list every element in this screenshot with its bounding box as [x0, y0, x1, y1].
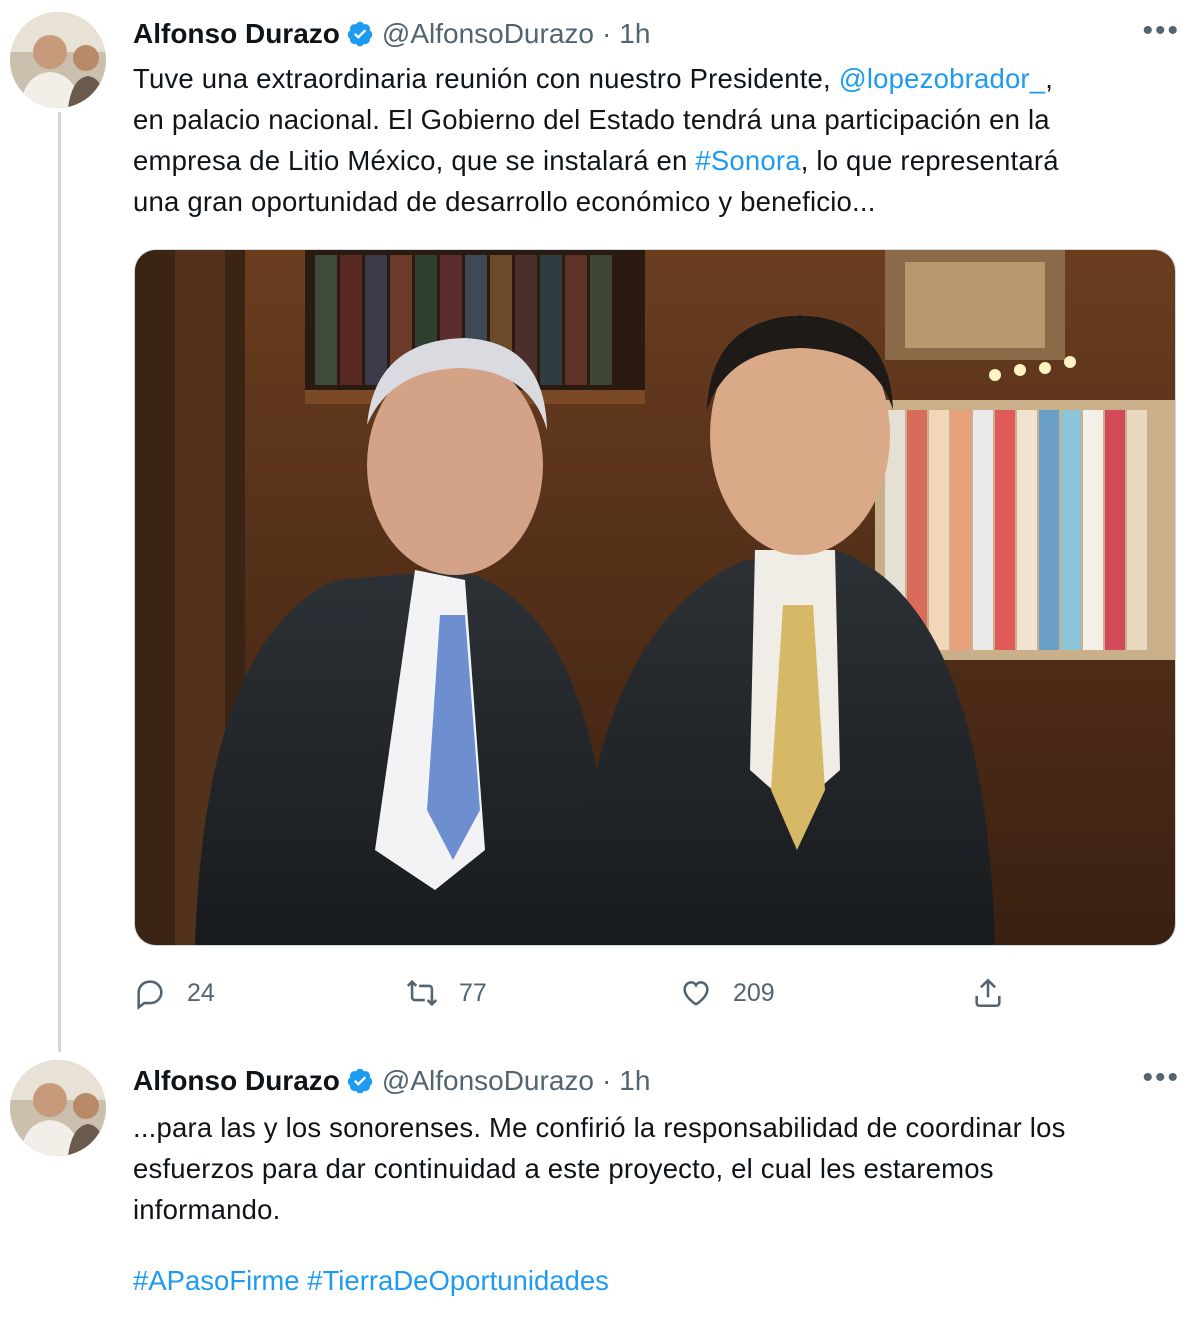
- hashtag-list: #APasoFirme #TierraDeOportunidades: [133, 1265, 609, 1297]
- reply-icon: [137, 980, 163, 1010]
- reply-count: 24: [187, 978, 215, 1007]
- tweet-2[interactable]: Alfonso Durazo @AlfonsoDurazo · 1h ••• .…: [0, 1045, 1200, 1320]
- retweet-icon: [406, 979, 438, 1007]
- verified-badge-icon: [347, 21, 373, 47]
- retweet-button[interactable]: 77: [405, 965, 487, 1021]
- tweet-text-line: esfuerzos para dar continuidad a este pr…: [133, 1153, 994, 1184]
- tweet-text-line: una gran oportunidad de desarrollo econó…: [133, 186, 876, 217]
- share-button[interactable]: [971, 965, 1025, 1021]
- tweet-1[interactable]: Alfonso Durazo @AlfonsoDurazo · 1h ••• T…: [0, 0, 1200, 1040]
- tweet-text-segment: , lo que representará: [800, 145, 1059, 176]
- tweet-text-line: en palacio nacional. El Gobierno del Est…: [133, 104, 1050, 135]
- tweet-header: Alfonso Durazo @AlfonsoDurazo · 1h •••: [133, 1061, 1180, 1101]
- tweet-timestamp[interactable]: 1h: [619, 18, 650, 50]
- author-avatar[interactable]: [10, 12, 106, 108]
- share-icon: [975, 978, 1001, 1008]
- tweet-text-segment: ,: [1045, 63, 1054, 94]
- tweet-timestamp[interactable]: 1h: [619, 1065, 650, 1097]
- like-button[interactable]: 209: [679, 965, 775, 1021]
- tweet-text-segment: empresa de Litio México, que se instalar…: [133, 145, 696, 176]
- mention-link[interactable]: @lopezobrador_: [839, 63, 1046, 94]
- more-options-icon[interactable]: •••: [1142, 14, 1180, 48]
- tweet-text: ...para las y los sonorenses. Me confiri…: [133, 1107, 1170, 1230]
- tweet-actions: 24 77 209: [133, 965, 1033, 1021]
- hashtag-link[interactable]: #APasoFirme: [133, 1265, 300, 1296]
- author-name[interactable]: Alfonso Durazo: [133, 18, 340, 50]
- separator-dot: ·: [601, 18, 612, 49]
- verified-badge-icon: [347, 1068, 373, 1094]
- tweet-text: Tuve una extraordinaria reunión con nues…: [133, 58, 1170, 222]
- tweet-text-line: informando.: [133, 1194, 281, 1225]
- more-options-icon[interactable]: •••: [1142, 1061, 1180, 1095]
- tweet-photo[interactable]: [134, 249, 1176, 946]
- like-count: 209: [733, 978, 775, 1007]
- retweet-count: 77: [459, 978, 487, 1007]
- hashtag-link[interactable]: #Sonora: [695, 145, 800, 176]
- author-handle[interactable]: @AlfonsoDurazo: [382, 1065, 594, 1097]
- reply-button[interactable]: 24: [133, 965, 215, 1021]
- separator-dot: ·: [601, 1065, 612, 1096]
- author-handle[interactable]: @AlfonsoDurazo: [382, 18, 594, 50]
- author-avatar[interactable]: [10, 1060, 106, 1156]
- tweet-text-segment: Tuve una extraordinaria reunión con nues…: [133, 63, 839, 94]
- author-name[interactable]: Alfonso Durazo: [133, 1065, 340, 1097]
- like-icon: [683, 981, 709, 1006]
- tweet-text-line: ...para las y los sonorenses. Me confiri…: [133, 1112, 1066, 1143]
- tweet-header: Alfonso Durazo @AlfonsoDurazo · 1h •••: [133, 14, 1180, 54]
- hashtag-link[interactable]: #TierraDeOportunidades: [307, 1265, 609, 1296]
